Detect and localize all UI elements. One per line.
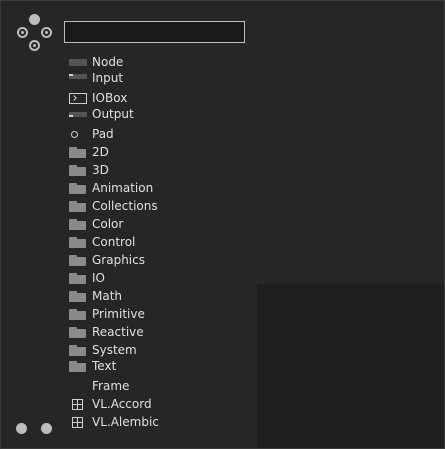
- package-vl-alembic[interactable]: VL.Alembic: [67, 414, 159, 431]
- folder-icon: [67, 164, 87, 177]
- nav-dot-left[interactable]: [17, 27, 28, 38]
- list-item-input[interactable]: Input: [67, 70, 123, 87]
- folder-icon: [67, 236, 87, 249]
- folder-system[interactable]: System: [67, 342, 137, 359]
- list-item-iobox[interactable]: IOBox: [67, 90, 127, 107]
- item-label: Node: [92, 55, 124, 69]
- folder-3d[interactable]: 3D: [67, 162, 109, 179]
- item-label: VL.Accord: [92, 397, 152, 411]
- iobox-icon: [67, 92, 87, 105]
- folder-icon: [67, 146, 87, 159]
- node-icon: [67, 56, 87, 69]
- output-pin-icon: [67, 108, 87, 121]
- list-item-frame[interactable]: Frame: [67, 378, 129, 395]
- list-item-output[interactable]: Output: [67, 106, 134, 123]
- folder-icon: [67, 360, 87, 373]
- item-label: Color: [92, 217, 124, 231]
- input-pin-icon: [67, 72, 87, 85]
- item-label: Primitive: [92, 307, 145, 321]
- item-label: Text: [92, 359, 117, 373]
- item-label: VL.Alembic: [92, 415, 159, 429]
- folder-math[interactable]: Math: [67, 288, 122, 305]
- package-icon: [67, 416, 87, 429]
- folder-icon: [67, 182, 87, 195]
- package-vl-accord[interactable]: VL.Accord: [67, 396, 152, 413]
- folder-io[interactable]: IO: [67, 270, 105, 287]
- list-item-node[interactable]: Node: [67, 54, 123, 71]
- item-label: Output: [92, 107, 134, 121]
- nav-dot-right[interactable]: [41, 27, 52, 38]
- folder-icon: [67, 344, 87, 357]
- item-label: Collections: [92, 199, 158, 213]
- node-browser-window: Node Input IOBox Output Pad 2D 3D Animat…: [0, 0, 445, 449]
- background-panel: [257, 284, 444, 448]
- pad-circle-icon: [67, 128, 87, 141]
- item-label: IO: [92, 271, 105, 285]
- folder-icon: [67, 254, 87, 267]
- item-label: 3D: [92, 163, 109, 177]
- folder-primitive[interactable]: Primitive: [67, 306, 145, 323]
- item-label: IOBox: [92, 91, 128, 105]
- item-label: System: [92, 343, 137, 357]
- folder-icon: [67, 200, 87, 213]
- folder-text[interactable]: Text: [67, 358, 116, 375]
- folder-icon: [67, 326, 87, 339]
- item-label: Animation: [92, 181, 154, 195]
- item-label: Graphics: [92, 253, 145, 267]
- blank-icon: [67, 380, 87, 393]
- folder-reactive[interactable]: Reactive: [67, 324, 144, 341]
- item-label: 2D: [92, 145, 109, 159]
- item-label: Control: [92, 235, 136, 249]
- package-icon: [67, 398, 87, 411]
- dot-button[interactable]: [16, 423, 27, 434]
- folder-icon: [67, 218, 87, 231]
- folder-icon: [67, 290, 87, 303]
- folder-graphics[interactable]: Graphics: [67, 252, 145, 269]
- directional-pad-icon[interactable]: [15, 13, 55, 53]
- folder-collections[interactable]: Collections: [67, 198, 158, 215]
- folder-animation[interactable]: Animation: [67, 180, 153, 197]
- bottom-controls: [16, 423, 56, 435]
- dot-button[interactable]: [41, 423, 52, 434]
- list-item-pad[interactable]: Pad: [67, 126, 114, 143]
- nav-dot-top[interactable]: [29, 14, 40, 25]
- item-label: Pad: [92, 127, 114, 141]
- folder-color[interactable]: Color: [67, 216, 123, 233]
- item-label: Frame: [92, 379, 130, 393]
- folder-2d[interactable]: 2D: [67, 144, 109, 161]
- item-label: Reactive: [92, 325, 144, 339]
- folder-icon: [67, 308, 87, 321]
- folder-icon: [67, 272, 87, 285]
- folder-control[interactable]: Control: [67, 234, 135, 251]
- nav-dot-bottom[interactable]: [29, 40, 40, 51]
- search-input[interactable]: [64, 21, 245, 43]
- item-label: Math: [92, 289, 123, 303]
- item-label: Input: [92, 71, 124, 85]
